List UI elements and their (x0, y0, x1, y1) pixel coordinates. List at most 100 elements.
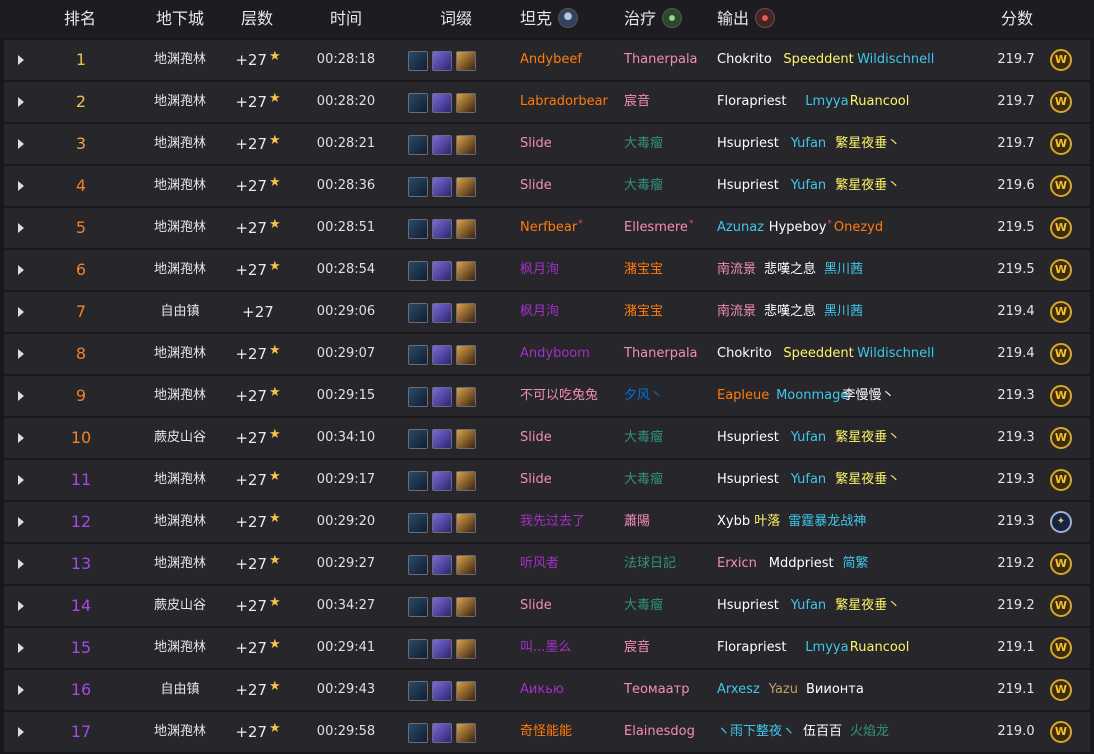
expand-arrow-icon[interactable] (18, 727, 24, 737)
dungeon-cell[interactable]: 地渊孢林 (154, 628, 206, 668)
dps-name[interactable]: Hsupriest (717, 166, 779, 206)
tank-name[interactable]: 枫月洵 (520, 250, 559, 290)
healer-name[interactable]: 夕风丶 (624, 376, 663, 416)
dungeon-cell[interactable]: 地渊孢林 (154, 334, 206, 374)
challengers-peril-icon[interactable] (456, 219, 476, 239)
xalatath-icon[interactable] (432, 261, 452, 281)
healer-name[interactable]: Elainesdog (624, 712, 695, 752)
tank-name[interactable]: Slide (520, 460, 552, 500)
dungeon-cell[interactable]: 地渊孢林 (154, 82, 206, 122)
tank-name[interactable]: Labradorbear (520, 82, 608, 122)
challengers-peril-icon[interactable] (456, 135, 476, 155)
healer-name[interactable]: 潴宝宝 (624, 250, 663, 290)
dps-name[interactable]: Yazu (769, 670, 798, 710)
dps-name[interactable]: Onezyd (834, 208, 883, 248)
xalatath-icon[interactable] (432, 303, 452, 323)
xalatath-icon[interactable] (432, 429, 452, 449)
dungeon-cell[interactable]: 自由镇 (160, 292, 199, 332)
dps-name[interactable]: 繁星夜垂丶 (835, 418, 900, 458)
table-row[interactable]: 7 自由镇 +27 00:29:06 枫月洵 潴宝宝 南流景 悲嘆之息 黑川茜 219.4 W (4, 292, 1090, 332)
tyrannical-icon[interactable] (408, 219, 428, 239)
challengers-peril-icon[interactable] (456, 93, 476, 113)
healer-name[interactable]: Thanerpala (624, 334, 698, 374)
dungeon-cell[interactable]: 自由镇 (160, 670, 199, 710)
xalatath-icon[interactable] (432, 639, 452, 659)
xalatath-icon[interactable] (432, 723, 452, 743)
tyrannical-icon[interactable] (408, 177, 428, 197)
tank-name[interactable]: 我先过去了 (520, 502, 585, 542)
tyrannical-icon[interactable] (408, 555, 428, 575)
tyrannical-icon[interactable] (408, 345, 428, 365)
table-row[interactable]: 6 地渊孢林 +27 ★ 00:28:54 枫月洵 潴宝宝 南流景 悲嘆之息 黑川茜 219.5 W (4, 250, 1090, 290)
header-rank[interactable]: 排名 (64, 0, 96, 38)
dps-name[interactable]: Wildischnell (857, 334, 934, 374)
tyrannical-icon[interactable] (408, 681, 428, 701)
tank-name[interactable]: 听风者 (520, 544, 559, 584)
challengers-peril-icon[interactable] (456, 51, 476, 71)
challengers-peril-icon[interactable] (456, 345, 476, 365)
dps-name[interactable]: 繁星夜垂丶 (835, 166, 900, 206)
tyrannical-icon[interactable] (408, 93, 428, 113)
tank-name[interactable]: Andybeef (520, 40, 582, 80)
tank-name[interactable]: Slide (520, 166, 552, 206)
healer-name[interactable]: Thanerpala (624, 40, 698, 80)
tank-name[interactable]: 不可以吃兔兔 (520, 376, 598, 416)
header-dungeon[interactable]: 地下城 (156, 0, 204, 38)
expand-arrow-icon[interactable] (18, 307, 24, 317)
tyrannical-icon[interactable] (408, 513, 428, 533)
xalatath-icon[interactable] (432, 597, 452, 617)
dungeon-cell[interactable]: 地渊孢林 (154, 712, 206, 752)
xalatath-icon[interactable] (432, 177, 452, 197)
table-row[interactable]: 8 地渊孢林 +27 ★ 00:29:07 Andyboom Thanerpala Chokr… (4, 334, 1090, 374)
dungeon-cell[interactable]: 地渊孢林 (154, 544, 206, 584)
healer-name[interactable]: 大毒瘤 (624, 124, 663, 164)
dps-name[interactable]: Lmyya (805, 82, 848, 122)
challengers-peril-icon[interactable] (456, 513, 476, 533)
dps-name[interactable]: Lmyya (805, 628, 848, 668)
healer-name[interactable]: 大毒瘤 (624, 586, 663, 626)
expand-arrow-icon[interactable] (18, 475, 24, 485)
tank-name[interactable]: Slide (520, 124, 552, 164)
expand-arrow-icon[interactable] (18, 265, 24, 275)
tyrannical-icon[interactable] (408, 639, 428, 659)
healer-name[interactable]: 宸音 (624, 82, 650, 122)
expand-arrow-icon[interactable] (18, 643, 24, 653)
xalatath-icon[interactable] (432, 681, 452, 701)
dungeon-cell[interactable]: 地渊孢林 (154, 376, 206, 416)
tyrannical-icon[interactable] (408, 723, 428, 743)
dps-name[interactable]: 简繁 (843, 544, 869, 584)
dps-name[interactable]: Eapleue (717, 376, 769, 416)
dps-name[interactable]: 伍百百 (803, 712, 842, 752)
dps-name[interactable]: Chokrito (717, 334, 772, 374)
dps-name[interactable]: 南流景 (717, 250, 756, 290)
dps-name[interactable]: Виионта (806, 670, 864, 710)
dps-name[interactable]: Hsupriest (717, 124, 779, 164)
dps-name[interactable]: Wildischnell (857, 40, 934, 80)
expand-arrow-icon[interactable] (18, 139, 24, 149)
dps-name[interactable]: Hypeboy* (769, 208, 832, 248)
expand-arrow-icon[interactable] (18, 55, 24, 65)
challengers-peril-icon[interactable] (456, 597, 476, 617)
challengers-peril-icon[interactable] (456, 261, 476, 281)
dps-name[interactable]: Xybb (717, 502, 750, 542)
healer-name[interactable]: Ellesmere* (624, 208, 693, 248)
xalatath-icon[interactable] (432, 51, 452, 71)
dps-name[interactable]: 叶落 (754, 502, 780, 542)
dps-name[interactable]: Hsupriest (717, 460, 779, 500)
expand-arrow-icon[interactable] (18, 685, 24, 695)
challengers-peril-icon[interactable] (456, 177, 476, 197)
dps-name[interactable]: 悲嘆之息 (764, 292, 816, 332)
challengers-peril-icon[interactable] (456, 471, 476, 491)
table-row[interactable]: 5 地渊孢林 +27 ★ 00:28:51 Nerfbear* Ellesmere* Azun… (4, 208, 1090, 248)
dps-name[interactable]: Speeddent (783, 40, 853, 80)
table-row[interactable]: 4 地渊孢林 +27 ★ 00:28:36 Slide 大毒瘤 Hsupriest Yufan 繁… (4, 166, 1090, 206)
dps-name[interactable]: 繁星夜垂丶 (835, 586, 900, 626)
dps-name[interactable]: Hsupriest (717, 418, 779, 458)
healer-name[interactable]: 法球日記 (624, 544, 676, 584)
healer-name[interactable]: 宸音 (624, 628, 650, 668)
healer-name[interactable]: 蕭陽 (624, 502, 650, 542)
dungeon-cell[interactable]: 蕨皮山谷 (154, 418, 206, 458)
tyrannical-icon[interactable] (408, 303, 428, 323)
table-row[interactable]: 9 地渊孢林 +27 ★ 00:29:15 不可以吃兔兔 夕风丶 Eapleue Moonmag… (4, 376, 1090, 416)
tyrannical-icon[interactable] (408, 387, 428, 407)
